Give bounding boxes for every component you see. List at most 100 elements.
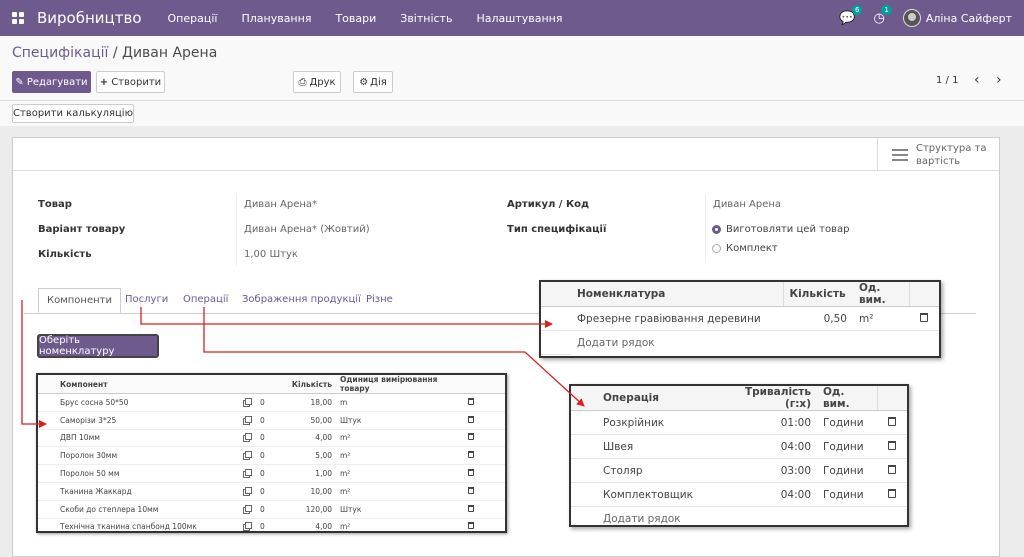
create-costing-button[interactable]: Створити калькуляцію (12, 104, 134, 123)
menu-item-operations[interactable]: Операції (168, 12, 218, 25)
operation-duration[interactable]: 01:00 (717, 410, 817, 435)
operation-name[interactable]: Комплектовщик (597, 482, 717, 507)
tab-components[interactable]: Компоненти (38, 288, 121, 313)
delete-row-button[interactable] (464, 464, 505, 483)
component-quantity[interactable]: 120,00 (274, 500, 336, 519)
operation-duration[interactable]: 04:00 (717, 434, 817, 459)
service-name[interactable]: Фрезерне гравіювання деревини (571, 306, 783, 331)
tab-services[interactable]: Послуги (125, 294, 168, 305)
breadcrumb-parent[interactable]: Специфікації (12, 45, 108, 61)
structure-cost-button[interactable]: Структура та вартість (877, 138, 999, 171)
chevron-right-icon[interactable]: › (996, 72, 1002, 88)
table-row[interactable]: Поролон 30мм 0 5,00 m² (38, 446, 505, 466)
component-quantity[interactable]: 5,00 (274, 446, 336, 466)
component-name[interactable]: Технічна тканина спанбонд 100мк (38, 518, 216, 537)
app-name[interactable]: Виробництво (37, 9, 142, 27)
service-quantity[interactable]: 0,50 (783, 306, 853, 331)
select-product-button[interactable]: Оберіть номенклатуру (37, 334, 159, 358)
component-quantity[interactable]: 10,00 (274, 482, 336, 501)
component-name[interactable]: Поролон 30мм (38, 446, 216, 466)
delete-row-button[interactable] (877, 410, 907, 435)
product-value[interactable]: Диван Арена* (244, 199, 317, 210)
menu-item-reporting[interactable]: Звітність (400, 12, 452, 25)
delete-row-button[interactable] (877, 482, 907, 507)
component-quantity[interactable]: 50,00 (274, 411, 336, 430)
component-name[interactable]: Саморізи 3*25 (38, 411, 216, 430)
component-quantity[interactable]: 4,00 (274, 429, 336, 448)
component-name[interactable]: Скоби до степлера 10мм (38, 500, 216, 519)
user-name[interactable]: Аліна Сайферт (926, 12, 1012, 25)
delete-row-button[interactable] (464, 500, 505, 519)
table-row[interactable]: Тканина Жаккард 0 10,00 m² (38, 482, 505, 501)
table-row[interactable]: Комплектовщик 04:00 Години (571, 482, 907, 507)
component-uom[interactable]: m² (336, 464, 464, 483)
delete-row-button[interactable] (909, 306, 939, 331)
service-uom[interactable]: m² (853, 306, 909, 331)
table-row[interactable]: Саморізи 3*25 0 50,00 Штук (38, 411, 505, 430)
apps-menu-icon[interactable] (12, 12, 24, 24)
delete-row-button[interactable] (464, 446, 505, 466)
column-header-duration[interactable]: Тривалість (г:х) (717, 386, 817, 411)
component-quantity[interactable]: 1,00 (274, 464, 336, 483)
component-uom[interactable]: m² (336, 482, 464, 501)
component-uom[interactable]: m² (336, 429, 464, 448)
copy-button[interactable] (216, 393, 256, 412)
column-header-uom[interactable]: Од. вим. (817, 386, 877, 411)
copy-button[interactable] (216, 464, 256, 483)
component-uom[interactable]: m (336, 393, 464, 412)
copy-button[interactable] (216, 518, 256, 537)
create-button[interactable]: + Створити (96, 71, 165, 93)
table-row[interactable]: Столяр 03:00 Години (571, 458, 907, 483)
copy-button[interactable] (216, 429, 256, 448)
operation-uom[interactable]: Години (817, 482, 877, 507)
bom-type-kit-radio[interactable]: Комплект (712, 243, 778, 254)
bom-type-manufacture-radio[interactable]: Виготовляти цей товар (712, 224, 849, 235)
column-header-quantity[interactable]: Кількість (782, 282, 853, 307)
operation-duration[interactable]: 03:00 (717, 458, 817, 483)
messages-icon[interactable]: 💬 6 (839, 4, 863, 26)
activities-clock-icon[interactable]: ◷ 1 (873, 4, 892, 26)
column-header-quantity[interactable]: Кількість (274, 375, 336, 394)
component-quantity[interactable]: 4,00 (274, 518, 336, 537)
delete-row-button[interactable] (877, 434, 907, 459)
operation-name[interactable]: Розкрійник (597, 410, 717, 435)
column-header-nomenclature[interactable]: Номенклатура (571, 282, 783, 307)
column-header-uom[interactable]: Од. вим. (853, 282, 909, 307)
tab-operations[interactable]: Операції (183, 294, 228, 305)
component-name[interactable]: Поролон 50 мм (38, 464, 216, 483)
copy-button[interactable] (216, 482, 256, 501)
table-row[interactable]: ДВП 10мм 0 4,00 m² (38, 429, 505, 448)
delete-row-button[interactable] (877, 458, 907, 483)
component-name[interactable]: Тканина Жаккард (38, 482, 216, 501)
tab-product-images[interactable]: Зображення продукції (242, 294, 361, 305)
column-header-operation[interactable]: Операція (597, 386, 717, 411)
operation-name[interactable]: Швея (597, 434, 717, 459)
column-header-uom[interactable]: Одиниця вимірювання товару (336, 375, 464, 394)
action-button[interactable]: ⚙ Дія (353, 71, 393, 93)
menu-item-products[interactable]: Товари (335, 12, 376, 25)
delete-row-button[interactable] (464, 411, 505, 430)
menu-item-planning[interactable]: Планування (241, 12, 311, 25)
delete-row-button[interactable] (464, 518, 505, 537)
table-row[interactable]: Розкрійник 01:00 Години (571, 410, 907, 435)
add-line-link[interactable]: Додати рядок (577, 337, 655, 349)
table-row[interactable]: Брус сосна 50*50 0 18,00 m (38, 393, 505, 412)
component-uom[interactable]: Штук (336, 411, 464, 430)
chevron-left-icon[interactable]: ‹ (974, 72, 980, 88)
operation-uom[interactable]: Години (817, 458, 877, 483)
delete-row-button[interactable] (464, 393, 505, 412)
print-button[interactable]: ⎙ Друк (293, 71, 341, 93)
column-header-component[interactable]: Компонент (38, 375, 216, 394)
delete-row-button[interactable] (464, 429, 505, 448)
pager-value[interactable]: 1 / 1 (936, 75, 958, 86)
edit-button[interactable]: ✎ Редагувати (12, 71, 91, 93)
table-row[interactable]: Фрезерне гравіювання деревини 0,50 m² (541, 306, 939, 331)
menu-item-settings[interactable]: Налаштування (476, 12, 562, 25)
component-name[interactable]: ДВП 10мм (38, 429, 216, 448)
delete-row-button[interactable] (464, 482, 505, 501)
copy-button[interactable] (216, 500, 256, 519)
add-line-link[interactable]: Додати рядок (603, 513, 681, 525)
operation-duration[interactable]: 04:00 (717, 482, 817, 507)
table-row[interactable]: Швея 04:00 Години (571, 434, 907, 459)
operation-uom[interactable]: Години (817, 410, 877, 435)
